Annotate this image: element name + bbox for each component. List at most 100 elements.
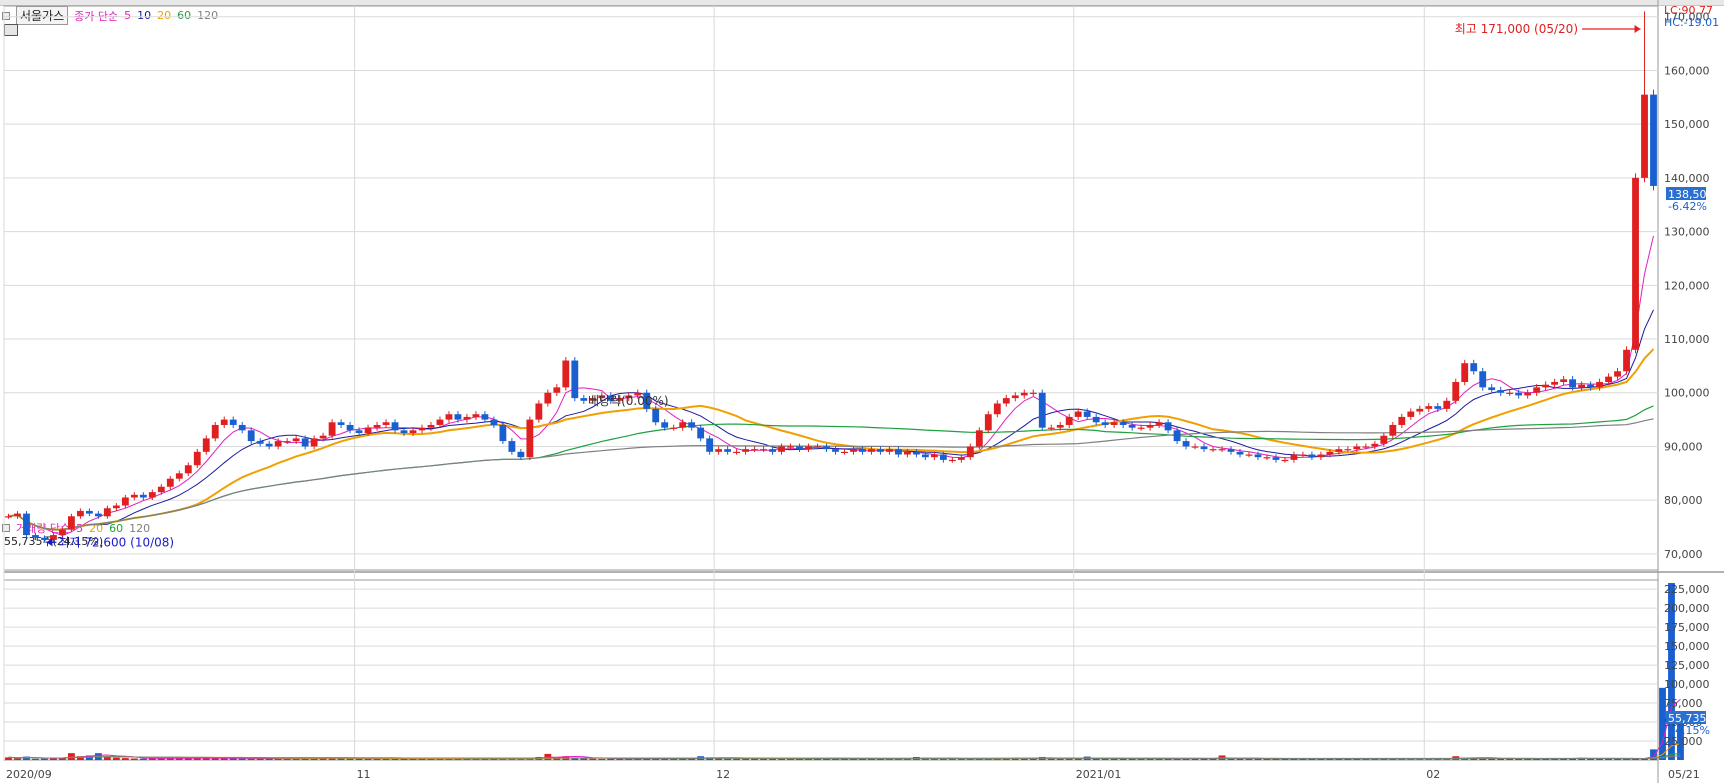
change-percent: -6.42% [1668, 200, 1707, 213]
candle-body [1020, 392, 1028, 396]
candle-body [517, 451, 525, 458]
candle-body [508, 441, 516, 452]
candle-body [1587, 384, 1594, 388]
volume-bar [598, 758, 606, 760]
ma5-line [8, 235, 1654, 537]
candle-body [1110, 422, 1118, 425]
volume-bar [724, 758, 732, 760]
volume-tick-label: 225,000 [1664, 583, 1710, 596]
candle-body [472, 414, 480, 417]
candle-body [1434, 406, 1442, 409]
candle-body [706, 438, 714, 452]
volume-bar [121, 758, 129, 760]
candle-body [14, 513, 21, 517]
candle-body [283, 441, 291, 443]
candle-body [841, 451, 848, 454]
candle-body [1317, 454, 1325, 458]
volume-panel-frame [3, 579, 1659, 761]
candle-body [859, 449, 866, 452]
volume-ma20-line [8, 743, 1681, 760]
candle-body [1443, 400, 1451, 409]
candle-body [175, 473, 183, 479]
candle-body [85, 510, 93, 514]
candle-body [939, 454, 947, 460]
candle-body [1074, 411, 1082, 417]
candle-body [148, 492, 156, 498]
candle-body [868, 449, 875, 452]
candle-body [1128, 424, 1136, 428]
candle-body [229, 419, 237, 425]
candle-body [688, 422, 696, 428]
candle-body [1569, 379, 1577, 388]
candle-body [409, 430, 417, 434]
price-tick-label: 100,000 [1664, 387, 1710, 400]
candle-body [778, 446, 785, 452]
candle-body [427, 424, 435, 428]
candle-body [526, 419, 534, 458]
volume-bar [68, 753, 75, 760]
candle-body [832, 449, 839, 452]
candle-body [364, 427, 372, 434]
volume-percent: 24.15% [1668, 724, 1710, 737]
x-tick-label: 05/21 [1668, 768, 1700, 781]
candle-body [553, 387, 561, 393]
candle-body [1200, 446, 1208, 450]
volume-bar [589, 758, 597, 760]
candle-body [436, 419, 444, 425]
candle-body [1542, 384, 1550, 388]
volume-tick-label: 150,000 [1664, 640, 1710, 653]
candle-body [1578, 384, 1586, 388]
candle-body [1353, 446, 1361, 450]
volume-tick-label: 100,000 [1664, 678, 1710, 691]
candle-body [445, 414, 453, 420]
candle-body [1083, 411, 1091, 417]
candle-body [1056, 424, 1064, 428]
candle-body [1623, 349, 1630, 372]
volume-bar [32, 758, 39, 760]
candle-body [984, 414, 992, 431]
x-tick-label: 02 [1426, 768, 1440, 781]
candle-body [850, 449, 857, 452]
hc-label: HC:-19.01 [1664, 16, 1719, 29]
candle-body [1641, 94, 1648, 178]
volume-tick-label: 175,000 [1664, 621, 1710, 634]
candle-body [112, 505, 120, 509]
candle-body [41, 537, 48, 540]
volume-bar [220, 758, 228, 760]
candle-body [975, 430, 983, 447]
candle-body [292, 438, 300, 442]
candle-body [1497, 390, 1505, 393]
ma120-line [8, 418, 1654, 531]
candle-body [1362, 446, 1370, 448]
candle-body [957, 457, 965, 460]
volume-bar [112, 757, 120, 760]
candle-body [1227, 449, 1235, 452]
candle-body [948, 459, 956, 462]
candle-body [751, 449, 759, 451]
candle-body [1650, 94, 1657, 186]
candle-body [463, 416, 471, 420]
stock-chart[interactable]: 70,000 80,000 90,000 100,000 110,000 120,000 1… [0, 0, 1724, 783]
candle-body [274, 441, 282, 447]
candle-body [23, 513, 30, 536]
ma10-line [8, 309, 1654, 531]
candle-body [139, 494, 147, 498]
candle-body [1551, 382, 1559, 385]
candle-body [337, 422, 345, 425]
candle-body [1596, 382, 1603, 388]
candle-body [814, 446, 821, 448]
candle-body [1137, 427, 1145, 429]
candle-body [1407, 411, 1415, 417]
price-tick-label: 70,000 [1664, 548, 1703, 561]
candle-body [247, 430, 255, 442]
candle-body [580, 398, 588, 401]
candle-body [903, 451, 911, 455]
candle-body [499, 424, 507, 442]
candle-body [1047, 427, 1055, 429]
volume-bar [1110, 758, 1118, 760]
candle-body [1155, 422, 1163, 425]
candle-body [1416, 408, 1424, 412]
candle-body [346, 424, 354, 431]
candle-body [733, 451, 741, 454]
candle-body [1524, 392, 1532, 396]
